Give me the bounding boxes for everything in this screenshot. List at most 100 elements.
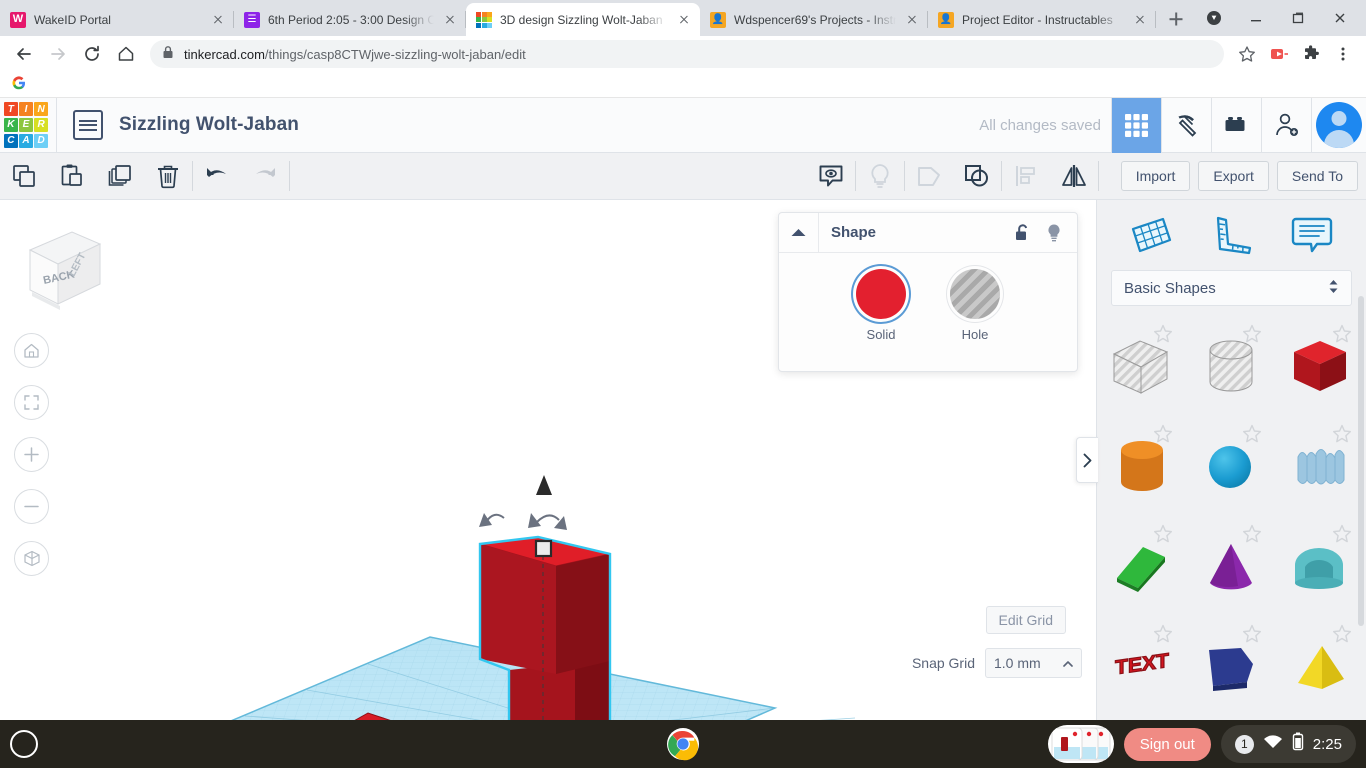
favorite-star-icon[interactable] [1242,624,1262,644]
shape-item-cone[interactable] [1187,518,1277,618]
shape-item-cylinder-hole[interactable] [1187,318,1277,418]
system-tray[interactable]: 1 2:25 [1220,725,1356,763]
address-bar[interactable]: tinkercad.com/things/casp8CTWjwe-sizzlin… [150,40,1224,68]
chevron-right-icon[interactable] [1076,437,1098,483]
shape-category-select[interactable]: Basic Shapes [1111,270,1352,306]
snap-grid-select[interactable]: 1.0 mm [985,648,1082,678]
note-icon[interactable] [1289,212,1335,258]
window-previews[interactable] [1047,725,1114,763]
favorite-star-icon[interactable] [1242,524,1262,544]
tinkercad-logo[interactable]: T I N K E R C A D [4,102,48,148]
close-icon[interactable] [1320,2,1360,34]
undo-icon[interactable] [193,153,241,200]
view-cube[interactable]: BACK LEFT [14,222,106,310]
restore-icon[interactable] [1278,2,1318,34]
paste-icon[interactable] [48,153,96,200]
shape-inspector-panel[interactable]: Shape Solid Hole [778,212,1078,372]
bookmark-item[interactable] [12,76,31,93]
delete-icon[interactable] [144,153,192,200]
star-icon[interactable] [1232,39,1262,69]
duplicate-icon[interactable] [96,153,144,200]
profile-icon[interactable] [1194,2,1234,34]
shape-item-box-hole[interactable] [1097,318,1187,418]
blocks-grid-icon[interactable] [1111,97,1161,153]
lightbulb-icon[interactable] [1041,220,1067,246]
minimize-icon[interactable] [1236,2,1276,34]
favorite-star-icon[interactable] [1332,524,1352,544]
reload-icon[interactable] [76,38,108,70]
edit-grid-button[interactable]: Edit Grid [985,606,1066,634]
shape-solid-option[interactable]: Solid [856,269,906,342]
menu-icon[interactable] [1328,39,1358,69]
collapse-caret-icon[interactable] [779,212,819,253]
sign-out-button[interactable]: Sign out [1123,727,1211,761]
shape-item-text[interactable]: TEXT [1097,618,1187,706]
shape-item-tube[interactable] [1276,518,1366,618]
favorite-star-icon[interactable] [1242,424,1262,444]
zoom-in-button[interactable] [14,437,49,472]
send-to-button[interactable]: Send To [1276,161,1358,191]
favorite-star-icon[interactable] [1332,624,1352,644]
home-icon[interactable] [110,38,142,70]
shape-item-scribble[interactable] [1276,418,1366,518]
shape-item-cylinder[interactable] [1097,418,1187,518]
ungroup-icon[interactable] [953,153,1001,200]
workplane[interactable] [60,636,860,720]
google-icon [12,76,26,93]
brick-icon[interactable] [1211,97,1261,153]
invite-person-icon[interactable] [1261,97,1311,153]
page-title: Sizzling Wolt-Jaban [119,114,299,135]
group-icon [905,153,953,200]
note-icon[interactable] [807,153,855,200]
browser-tab-wakeid[interactable]: W WakeID Portal [0,3,234,36]
back-arrow-icon[interactable] [8,38,40,70]
browser-tab-classroom[interactable]: ☰ 6th Period 2:05 - 3:00 Design C [234,3,466,36]
text-shape-glyph: TEXT [1115,649,1169,679]
shape-item-polygon[interactable] [1187,618,1277,706]
shape-category-label: Basic Shapes [1124,279,1216,297]
new-tab-button[interactable] [1162,5,1190,33]
tab-close-icon[interactable] [442,12,458,28]
home-view-button[interactable] [14,333,49,368]
workplane-icon[interactable] [1128,212,1174,258]
shape-item-box[interactable] [1276,318,1366,418]
ruler-icon[interactable] [1208,212,1254,258]
sidebar-scrollbar[interactable] [1358,296,1364,626]
projection-toggle-button[interactable] [14,541,49,576]
tab-close-icon[interactable] [676,12,692,28]
tab-close-icon[interactable] [210,12,226,28]
chrome-icon[interactable] [666,727,700,761]
favorite-star-icon[interactable] [1153,324,1173,344]
import-button[interactable]: Import [1120,161,1191,191]
mirror-icon[interactable] [1050,153,1098,200]
tab-close-icon[interactable] [1132,12,1148,28]
browser-tab-tinkercad[interactable]: 3D design Sizzling Wolt-Jaban [466,3,700,36]
extensions-icon[interactable] [1296,39,1326,69]
shelf-apps [666,727,700,761]
cast-icon[interactable] [1264,39,1294,69]
favorite-star-icon[interactable] [1332,324,1352,344]
logo-tile: I [19,102,33,117]
project-menu-icon[interactable] [73,110,103,140]
favorite-star-icon[interactable] [1242,324,1262,344]
launcher-icon[interactable] [10,730,38,758]
tab-close-icon[interactable] [904,12,920,28]
pickaxe-icon[interactable] [1161,97,1211,153]
favorite-star-icon[interactable] [1153,424,1173,444]
browser-tab-project-editor[interactable]: 👤 Project Editor - Instructables [928,3,1156,36]
shape-hole-option[interactable]: Hole [950,269,1000,342]
fit-view-button[interactable] [14,385,49,420]
browser-tab-projects[interactable]: 👤 Wdspencer69's Projects - Instr [700,3,928,36]
favorite-star-icon[interactable] [1153,624,1173,644]
editor-toolbar: Import Export Send To [0,153,1366,200]
copy-icon[interactable] [0,153,48,200]
favorite-star-icon[interactable] [1332,424,1352,444]
avatar[interactable] [1311,97,1366,153]
zoom-out-button[interactable] [14,489,49,524]
shape-item-sphere[interactable] [1187,418,1277,518]
shape-item-pyramid[interactable] [1276,618,1366,706]
favorite-star-icon[interactable] [1153,524,1173,544]
unlock-icon[interactable] [1009,220,1035,246]
shape-item-roof[interactable] [1097,518,1187,618]
export-button[interactable]: Export [1198,161,1269,191]
